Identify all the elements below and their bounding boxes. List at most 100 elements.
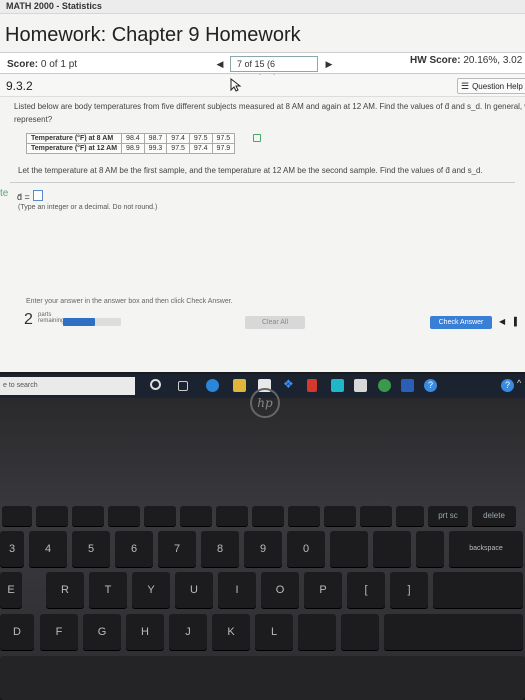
question-help-button[interactable]: ☰ Question Help [457,78,525,94]
question-help-label: Question Help [472,82,523,91]
keyboard-key[interactable]: [ [347,572,385,608]
parts-progress-fill [63,318,95,326]
keyboard-key[interactable]: P [304,572,342,608]
task-view-icon[interactable] [178,381,188,391]
keyboard-key[interactable] [2,506,32,526]
d-bar-answer-input[interactable] [33,190,43,201]
keyboard-key[interactable]: 0 [287,531,325,567]
table-row: Temperature (°F) at 12 AM 98.9 99.3 97.5… [25,143,236,154]
cyan-app-icon[interactable] [331,379,344,392]
hw-score-label: HW Score: [410,55,461,66]
keyboard-key[interactable]: O [261,572,299,608]
copy-data-icon[interactable] [253,134,261,142]
score-text: Score: 0 of 1 pt [7,59,77,70]
triangle-left-icon: ◀ [216,59,224,69]
keyboard-key[interactable]: 3 [0,531,24,567]
red-app-icon[interactable] [307,379,317,392]
keyboard-key[interactable] [108,506,140,526]
keyboard-key[interactable] [373,531,411,567]
keyboard-key[interactable] [433,572,523,608]
delete-key[interactable]: delete [472,506,516,526]
keyboard-key[interactable] [416,531,444,567]
chevron-up-icon[interactable]: ^ [517,378,521,388]
keyboard-key[interactable] [216,506,248,526]
backspace-key[interactable]: backspace [449,531,523,567]
triangle-right-icon[interactable]: ▌ [514,317,520,326]
problem-statement: Listed below are body temperatures from … [0,98,525,188]
temperature-table: Temperature (°F) at 8 AM 98.4 98.7 97.4 … [25,133,236,154]
page-title: Homework: Chapter 9 Homework [5,24,301,46]
problem-text-line1: Listed below are body temperatures from … [14,102,525,111]
file-explorer-icon[interactable] [233,379,246,392]
keyboard-key[interactable]: 5 [72,531,110,567]
edge-browser-icon[interactable] [206,379,219,392]
keyboard-key[interactable]: 8 [201,531,239,567]
keyboard-key[interactable]: 4 [29,531,67,567]
question-header: 9.3.2 ☰ Question Help [0,75,525,97]
table-cell: 97.9 [211,143,236,154]
keyboard-key[interactable]: R [46,572,84,608]
triangle-right-icon: ▶ [325,59,333,69]
keyboard-key[interactable] [341,614,379,650]
score-bar: Score: 0 of 1 pt ◀ 7 of 15 (6 complete) … [0,52,525,83]
keyboard-key[interactable]: U [175,572,213,608]
keyboard-key[interactable] [252,506,284,526]
enter-key[interactable] [384,614,523,650]
keyboard-key[interactable]: 7 [158,531,196,567]
question-number: 9.3.2 [6,79,33,93]
score-label: Score: [7,59,39,70]
keyboard-key[interactable]: Y [132,572,170,608]
table-cell: 98.4 [121,133,145,144]
keyboard-key[interactable] [180,506,212,526]
keyboard-key[interactable]: H [126,614,164,650]
keyboard-key[interactable]: T [89,572,127,608]
table-cell: 97.4 [166,133,190,144]
table-row-label: Temperature (°F) at 8 AM [25,133,123,144]
keyboard-key[interactable]: J [169,614,207,650]
word-icon[interactable] [401,379,414,392]
list-icon: ☰ [461,81,470,91]
table-row: Temperature (°F) at 8 AM 98.4 98.7 97.4 … [25,133,236,144]
print-screen-key[interactable]: prt sc [428,506,468,526]
table-cell: 98.7 [143,133,168,144]
clear-all-button[interactable]: Clear All [245,316,305,329]
keyboard-key[interactable] [288,506,320,526]
keyboard-key[interactable]: L [255,614,293,650]
keyboard-key[interactable] [330,531,368,567]
check-answer-button[interactable]: Check Answer [430,316,492,329]
keyboard-key[interactable]: D [0,614,34,650]
previous-question-button[interactable]: ◀ [213,57,227,71]
cortana-icon[interactable] [150,379,161,390]
triangle-left-icon[interactable]: ◀ [499,317,505,326]
table-cell: 99.3 [143,143,168,154]
keyboard-key[interactable]: G [83,614,121,650]
problem-text-line3: Let the temperature at 8 AM be the first… [18,166,483,175]
white-app-icon[interactable] [354,379,367,392]
keyboard-key[interactable]: I [218,572,256,608]
keyboard-key[interactable] [144,506,176,526]
help-app-icon[interactable]: ? [424,379,437,392]
keyboard-key[interactable] [324,506,356,526]
chrome-icon[interactable] [378,379,391,392]
keyboard-key[interactable] [396,506,424,526]
keyboard-key[interactable]: K [212,614,250,650]
keyboard-key[interactable]: E [0,572,22,608]
instruction-text: Enter your answer in the answer box and … [26,298,233,305]
keyboard-key[interactable] [360,506,392,526]
keyboard-key[interactable] [72,506,104,526]
table-cell: 97.5 [211,133,236,144]
divider [10,182,515,183]
keyboard-key[interactable]: ] [390,572,428,608]
keyboard-key[interactable] [298,614,336,650]
keyboard-key[interactable]: 9 [244,531,282,567]
hw-score-value: 20.16%, 3.02 o [463,55,525,66]
dropbox-icon[interactable]: ❖ [283,377,296,391]
next-question-button[interactable]: ▶ [322,57,336,71]
question-progress-select[interactable]: 7 of 15 (6 complete) ▼ [230,56,318,83]
keyboard-key[interactable]: F [40,614,78,650]
taskbar-search-box[interactable]: e to search [0,377,135,395]
help-tray-icon[interactable]: ? [501,379,514,392]
keyboard-key[interactable]: 6 [115,531,153,567]
d-bar-label: d̄ = [17,192,30,202]
keyboard-key[interactable] [36,506,68,526]
